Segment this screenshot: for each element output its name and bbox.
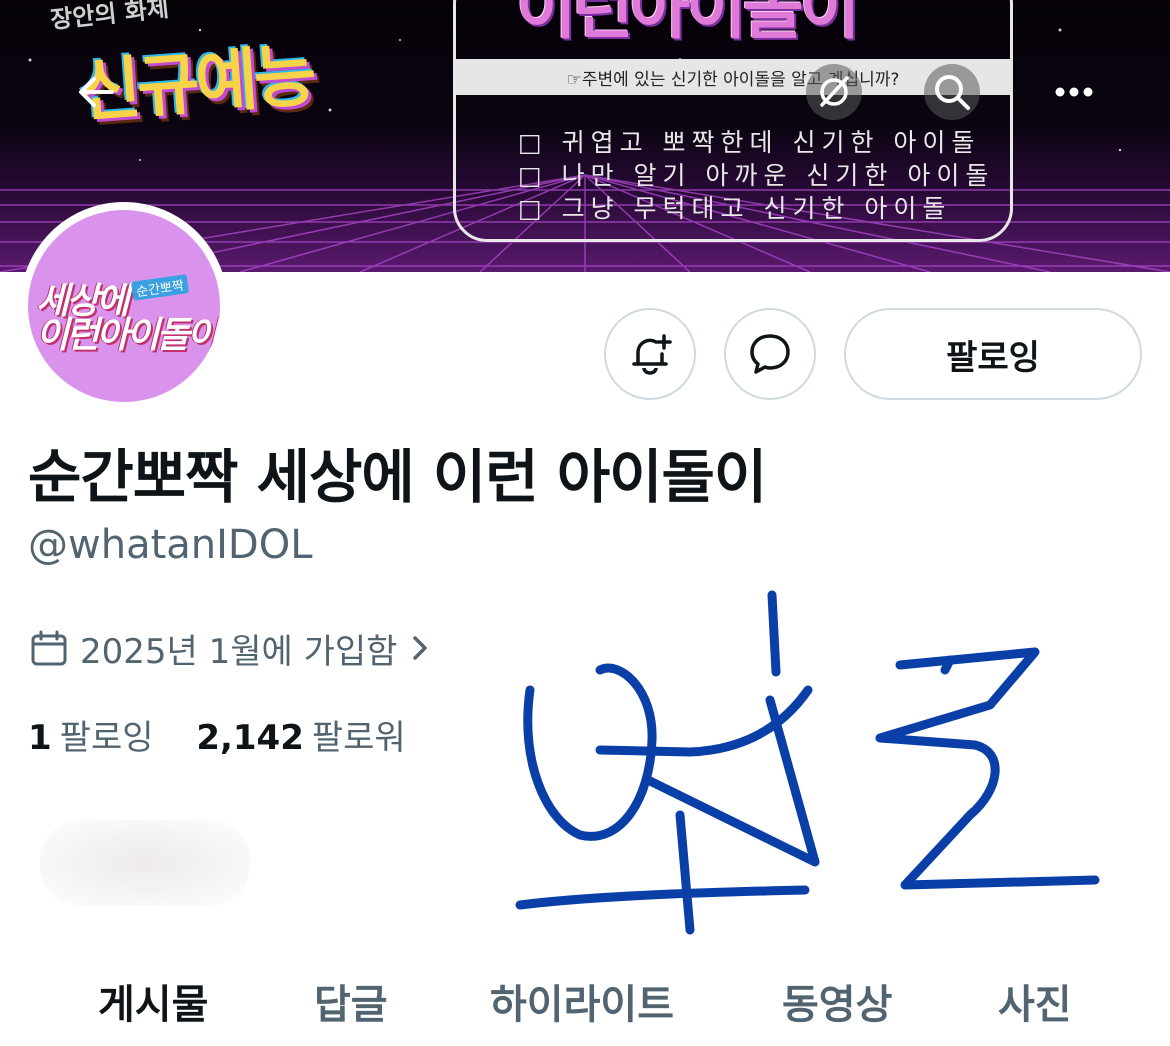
scribble-stroke bbox=[595, 685, 813, 757]
banner-notice-title: 이런아이돌이 bbox=[516, 0, 860, 48]
avatar-text-line2: 이런아이돌이 bbox=[36, 315, 220, 356]
grok-slash-circle-icon bbox=[820, 76, 849, 107]
more-dots-icon bbox=[1055, 87, 1093, 97]
profile-display-name: 순간뽀짝 세상에 이런 아이돌이 bbox=[28, 443, 767, 511]
following-count: 1 bbox=[28, 718, 52, 758]
message-button[interactable] bbox=[724, 308, 816, 400]
followers-label: 팔로워 bbox=[311, 718, 406, 758]
search-icon bbox=[935, 75, 970, 110]
bell-plus-icon bbox=[632, 334, 672, 375]
avatar[interactable]: 세상에 순간뽀짝 이런아이돌이 bbox=[20, 202, 228, 410]
avatar-tag: 순간뽀짝 bbox=[130, 274, 189, 301]
banner-notice-line: □ 그냥 무턱대고 신기한 아이돌 bbox=[518, 194, 952, 223]
arrow-left-icon bbox=[79, 77, 114, 107]
scribble-stroke bbox=[515, 885, 810, 910]
tab-replies[interactable]: 답글 bbox=[314, 972, 388, 1030]
profile-handle: @whatanIDOL bbox=[28, 522, 313, 568]
join-date-text: 2025년 1월에 가입함 bbox=[80, 631, 398, 672]
join-date-row[interactable]: 2025년 1월에 가입함 bbox=[30, 624, 431, 672]
banner-notice-box: 이런아이돌이 ☞주변에 있는 신기한 아이돌을 알고 계십니까? □ 귀엽고 뽀… bbox=[453, 0, 1013, 242]
calendar-icon bbox=[31, 630, 67, 666]
scribble-stroke bbox=[523, 663, 657, 841]
tab-photos[interactable]: 사진 bbox=[998, 972, 1072, 1030]
scribble-stroke bbox=[643, 695, 820, 867]
search-button[interactable] bbox=[924, 64, 980, 120]
blurred-followed-by-area bbox=[40, 820, 250, 906]
scribble-stroke bbox=[767, 590, 781, 677]
banner-notice-line: □ 귀엽고 뽀짝한데 신기한 아이돌 bbox=[518, 128, 981, 157]
scribble-stroke bbox=[875, 647, 1100, 890]
follow-stats: 1 팔로잉 2,142 팔로워 bbox=[28, 710, 438, 759]
message-bubble-icon bbox=[750, 334, 790, 374]
followers-stat[interactable]: 2,142 팔로워 bbox=[196, 710, 405, 759]
grok-button[interactable] bbox=[806, 64, 862, 120]
notifications-button[interactable] bbox=[604, 308, 696, 400]
tab-videos[interactable]: 동영상 bbox=[782, 972, 892, 1030]
chevron-right-icon bbox=[413, 636, 428, 660]
back-button[interactable] bbox=[68, 64, 124, 120]
scribble-stroke bbox=[675, 810, 695, 935]
more-button[interactable] bbox=[1046, 64, 1102, 120]
avatar-image: 세상에 순간뽀짝 이런아이돌이 bbox=[28, 210, 220, 402]
profile-tabs: 게시물 답글 하이라이트 동영상 사진 bbox=[0, 960, 1170, 1046]
following-stat[interactable]: 1 팔로잉 bbox=[28, 710, 154, 759]
following-label: 팔로잉 bbox=[59, 718, 154, 758]
banner-notice-line: □ 나만 알기 아까운 신기한 아이돌 bbox=[518, 161, 995, 190]
following-button[interactable]: 팔로잉 bbox=[844, 308, 1142, 400]
tab-posts[interactable]: 게시물 bbox=[98, 972, 208, 1030]
tab-highlights[interactable]: 하이라이트 bbox=[490, 972, 674, 1030]
scribble-stroke bbox=[940, 655, 955, 675]
followers-count: 2,142 bbox=[196, 718, 304, 758]
